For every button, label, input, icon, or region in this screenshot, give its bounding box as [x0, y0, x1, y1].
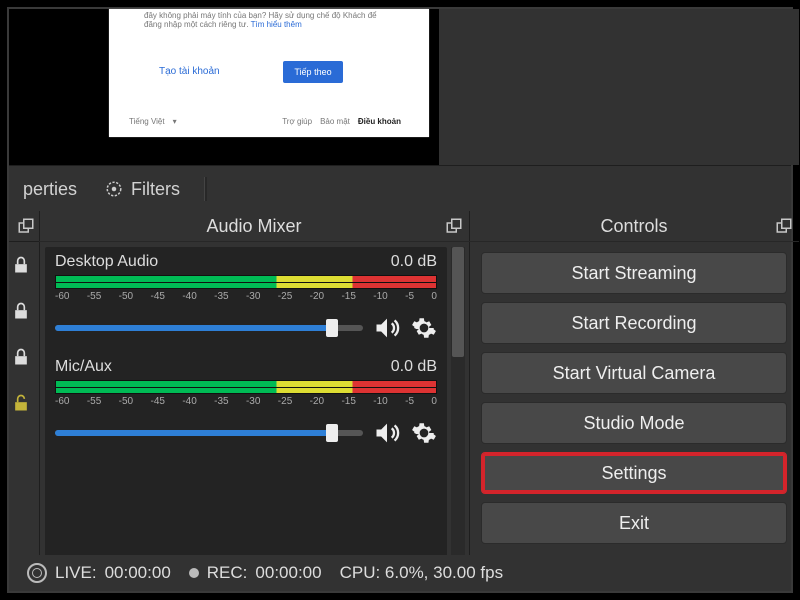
channel-level: 0.0 dB: [391, 253, 437, 271]
source-row[interactable]: [9, 334, 39, 380]
settings-button[interactable]: Settings: [481, 452, 787, 494]
preview-area: đây không phải máy tính của bạn? Hãy sử …: [9, 9, 439, 144]
status-live: LIVE: 00:00:00: [27, 563, 171, 583]
status-cpu: CPU: 6.0%, 30.00 fps: [340, 563, 503, 583]
meter-scale: -60-55-50-45-40-35-30-25-20-15-10-50: [55, 291, 437, 302]
status-bar: LIVE: 00:00:00 REC: 00:00:00 CPU: 6.0%, …: [9, 555, 791, 591]
card-next-button: Tiếp theo: [283, 61, 343, 83]
speaker-icon[interactable]: [373, 419, 401, 447]
tab-properties[interactable]: perties: [9, 166, 91, 212]
empty-top-right: [439, 9, 799, 165]
lower-panels: Audio Mixer Desktop Audio 0.0 dB -60-55-50…: [9, 211, 791, 581]
start-streaming-button[interactable]: Start Streaming: [481, 252, 787, 294]
preview-source-card: đây không phải máy tính của bạn? Hãy sử …: [109, 9, 429, 137]
controls-header: Controls: [469, 211, 799, 242]
meter-scale: -60-55-50-45-40-35-30-25-20-15-10-50: [55, 396, 437, 407]
scrollbar-thumb[interactable]: [452, 247, 464, 357]
audio-mixer-panel: Audio Mixer Desktop Audio 0.0 dB -60-55-50…: [39, 211, 470, 581]
panel-title: Audio Mixer: [206, 216, 301, 237]
status-rec: REC: 00:00:00: [189, 563, 322, 583]
start-recording-button[interactable]: Start Recording: [481, 302, 787, 344]
panel-title: Controls: [600, 216, 667, 237]
tab-label: perties: [23, 179, 77, 200]
studio-mode-button[interactable]: Studio Mode: [481, 402, 787, 444]
lock-icon: [11, 254, 31, 276]
gear-icon[interactable]: [411, 420, 437, 446]
mixer-channel: Mic/Aux 0.0 dB -60-55-50-45-40-35-30-25-20…: [45, 352, 447, 457]
start-virtual-camera-button[interactable]: Start Virtual Camera: [481, 352, 787, 394]
source-row[interactable]: [9, 242, 39, 288]
tab-filters[interactable]: Filters: [91, 166, 194, 212]
filters-icon: [105, 180, 123, 198]
rec-icon: [189, 568, 199, 578]
toolbar-separator: [204, 177, 207, 201]
volume-slider[interactable]: [55, 430, 363, 436]
vu-meter: [55, 380, 437, 394]
popout-icon[interactable]: [775, 217, 793, 235]
channel-name: Mic/Aux: [55, 358, 112, 376]
source-row[interactable]: [9, 288, 39, 334]
tab-label: Filters: [131, 179, 180, 200]
mixer-header: Audio Mixer: [39, 211, 469, 242]
card-footer: Tiếng Việt▾ Trợ giúp Bảo mật Điều khoản: [129, 117, 409, 126]
channel-level: 0.0 dB: [391, 358, 437, 376]
sources-header: [9, 211, 39, 242]
controls-panel: Controls Start StreamingStart RecordingS…: [469, 211, 799, 581]
source-row[interactable]: [9, 380, 39, 426]
unlock-icon: [11, 392, 31, 414]
controls-body: Start Streaming Start Recording Start Virt…: [469, 242, 799, 562]
mixer-body: Desktop Audio 0.0 dB -60-55-50-45-40-35-30…: [45, 247, 447, 569]
popout-icon[interactable]: [445, 217, 463, 235]
speaker-icon[interactable]: [373, 314, 401, 342]
live-icon: [27, 563, 47, 583]
lock-icon: [11, 346, 31, 368]
card-desc: đây không phải máy tính của bạn? Hãy sử …: [144, 11, 394, 29]
sources-column: [9, 211, 40, 581]
volume-slider[interactable]: [55, 325, 363, 331]
lock-icon: [11, 300, 31, 322]
gear-icon[interactable]: [411, 315, 437, 341]
source-toolbar: perties Filters: [9, 165, 791, 212]
mixer-channel: Desktop Audio 0.0 dB -60-55-50-45-40-35-30…: [45, 247, 447, 352]
exit-button[interactable]: Exit: [481, 502, 787, 544]
channel-name: Desktop Audio: [55, 253, 158, 271]
card-create-link: Tạo tài khoản: [159, 66, 220, 77]
app-frame: đây không phải máy tính của bạn? Hãy sử …: [7, 7, 793, 593]
vu-meter: [55, 275, 437, 289]
popout-icon[interactable]: [17, 217, 35, 235]
mixer-scrollbar[interactable]: [451, 247, 465, 557]
